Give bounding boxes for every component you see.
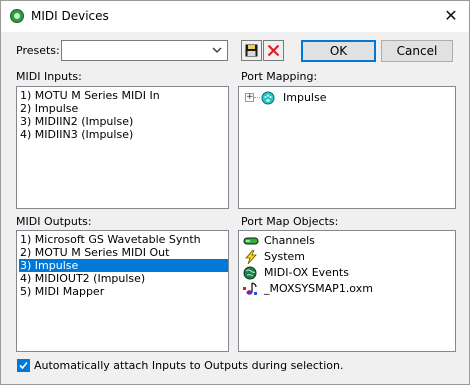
port-mapping-tree[interactable]: + Impulse bbox=[238, 86, 456, 209]
midiox-app-icon bbox=[10, 9, 24, 23]
midi-outputs-label: MIDI Outputs: bbox=[16, 215, 92, 228]
title-bar: MIDI Devices ✕ bbox=[1, 1, 469, 32]
presets-combobox[interactable] bbox=[61, 40, 228, 61]
list-item[interactable]: 2) MOTU M Series MIDI Out bbox=[20, 246, 169, 259]
port-map-objects-list[interactable]: Channels System MIDI-OX Events _MOXSYSMA… bbox=[238, 230, 456, 352]
object-label: Channels bbox=[264, 234, 315, 247]
midi-port-icon bbox=[261, 91, 275, 105]
presets-label: Presets: bbox=[16, 44, 60, 57]
checkmark-icon bbox=[19, 361, 28, 370]
list-item[interactable]: 4) MIDIIN3 (Impulse) bbox=[20, 128, 133, 141]
delete-preset-button[interactable] bbox=[263, 40, 284, 61]
object-label: _MOXSYSMAP1.oxm bbox=[264, 282, 373, 295]
object-label: System bbox=[264, 250, 306, 263]
ok-button[interactable]: OK bbox=[301, 40, 376, 62]
music-note-icon bbox=[243, 282, 257, 295]
midi-inputs-list[interactable]: 1) MOTU M Series MIDI In 2) Impulse 3) M… bbox=[16, 86, 229, 209]
lightning-icon bbox=[245, 250, 257, 264]
red-x-icon bbox=[267, 44, 280, 57]
save-preset-button[interactable] bbox=[241, 40, 262, 61]
list-item[interactable]: 3) MIDIIN2 (Impulse) bbox=[20, 115, 133, 128]
midi-devices-dialog: MIDI Devices ✕ Presets: OK Cancel MIDI I… bbox=[0, 0, 470, 385]
tree-connector bbox=[254, 97, 260, 98]
tree-node-label[interactable]: Impulse bbox=[283, 91, 326, 104]
midi-outputs-list[interactable]: 1) Microsoft GS Wavetable Synth 2) MOTU … bbox=[16, 230, 229, 352]
list-item[interactable]: 1) Microsoft GS Wavetable Synth bbox=[20, 233, 201, 246]
port-mapping-label: Port Mapping: bbox=[241, 70, 318, 83]
list-item[interactable]: 5) MIDI Mapper bbox=[20, 285, 104, 298]
expand-icon[interactable]: + bbox=[245, 93, 254, 102]
list-item-selected[interactable]: 3) Impulse bbox=[19, 259, 228, 272]
list-item[interactable]: 4) MIDIOUT2 (Impulse) bbox=[20, 272, 145, 285]
globe-icon bbox=[243, 266, 257, 280]
auto-attach-label[interactable]: Automatically attach Inputs to Outputs d… bbox=[34, 359, 344, 372]
midi-inputs-label: MIDI Inputs: bbox=[16, 70, 82, 83]
cancel-button[interactable]: Cancel bbox=[381, 40, 453, 62]
port-map-objects-label: Port Map Objects: bbox=[241, 215, 339, 228]
auto-attach-checkbox[interactable] bbox=[17, 359, 30, 372]
window-title: MIDI Devices bbox=[31, 9, 109, 23]
list-item[interactable]: 1) MOTU M Series MIDI In bbox=[20, 89, 160, 102]
chevron-down-icon[interactable] bbox=[211, 44, 223, 56]
object-label: MIDI-OX Events bbox=[264, 266, 349, 279]
close-icon[interactable]: ✕ bbox=[441, 7, 461, 25]
list-item[interactable]: 2) Impulse bbox=[20, 102, 78, 115]
floppy-disk-icon bbox=[245, 44, 258, 57]
channels-icon bbox=[243, 237, 259, 245]
